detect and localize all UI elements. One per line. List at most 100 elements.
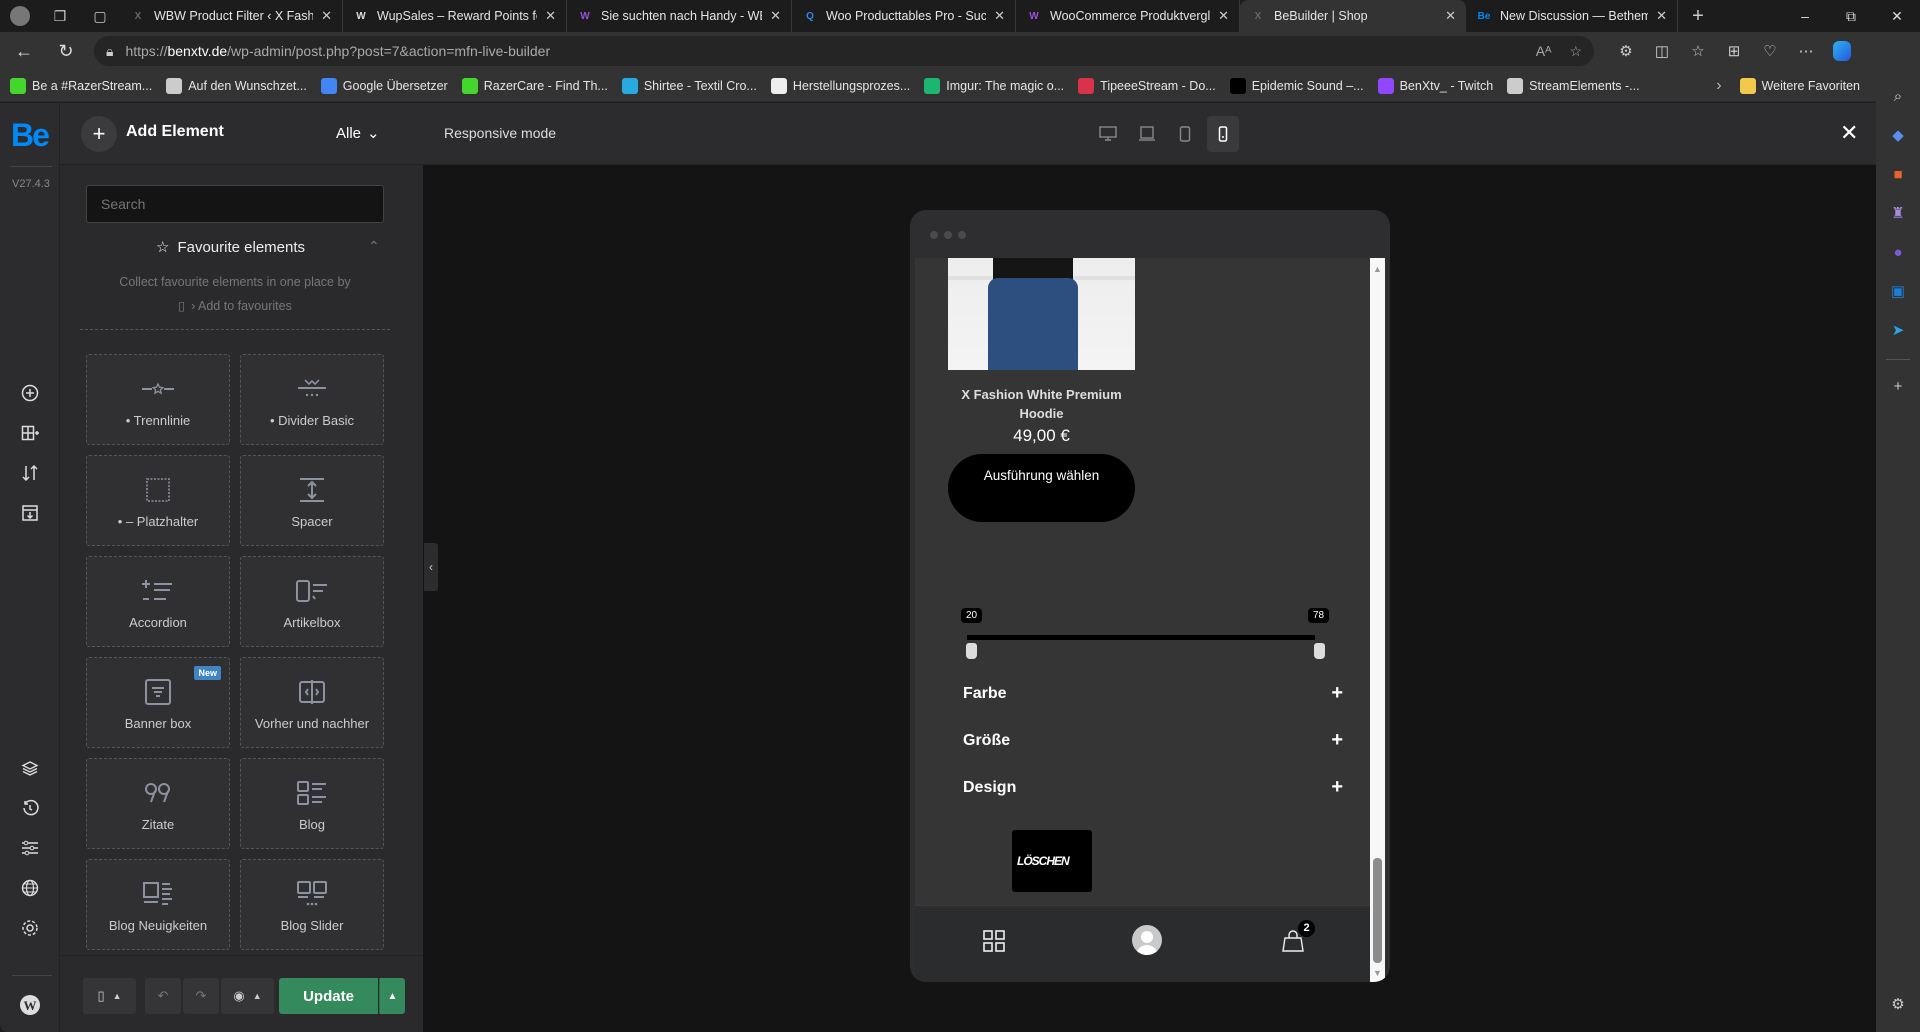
add-sidebar-app-icon[interactable]: + (1884, 372, 1912, 400)
scrollbar-thumb[interactable] (1373, 858, 1382, 963)
template-import-icon[interactable] (17, 500, 43, 526)
preview-scrollbar[interactable]: ▲ ▼ (1370, 258, 1385, 982)
bookmark-item[interactable]: RazerCare - Find Th... (461, 77, 608, 94)
device-desktop-button[interactable] (1092, 116, 1124, 152)
product-image[interactable] (948, 258, 1135, 370)
layers-icon[interactable] (17, 755, 43, 781)
copilot-icon[interactable] (1824, 35, 1860, 67)
close-window-button[interactable]: ✕ (1874, 0, 1920, 32)
bookmark-item[interactable]: Epidemic Sound –... (1229, 77, 1364, 94)
close-builder-icon[interactable]: ✕ (1840, 120, 1858, 146)
device-switch-button[interactable]: ▯ ▲ (83, 978, 136, 1014)
bookmarks-overflow-chevron-icon[interactable]: › (1716, 77, 1721, 95)
back-button[interactable]: ← (6, 35, 42, 67)
element-filter-dropdown[interactable]: Alle ⌄ (336, 124, 380, 143)
browser-tab[interactable]: W Sie suchten nach Handy - WBW ✕ (567, 0, 792, 32)
element-card[interactable]: Vorher und nachher (240, 657, 384, 748)
device-mobile-button[interactable] (1207, 116, 1239, 152)
collections-icon[interactable]: ⊞ (1716, 35, 1752, 67)
bookmark-item[interactable]: Auf den Wunschzet... (166, 77, 307, 94)
reload-button[interactable]: ↻ (48, 35, 84, 67)
bookmark-item[interactable]: TipeeeStream - Do... (1078, 77, 1216, 94)
restore-button[interactable]: ⧉ (1828, 0, 1874, 32)
product-title[interactable]: X Fashion White Premium Hoodie (948, 385, 1135, 423)
select-options-button[interactable]: Ausführung wählen (948, 454, 1135, 522)
add-element-icon[interactable] (17, 380, 43, 406)
clear-filters-button[interactable]: LÖSCHEN (1012, 830, 1092, 892)
close-tab-icon[interactable]: ✕ (1218, 8, 1229, 24)
globe-icon[interactable] (17, 875, 43, 901)
new-tab-button[interactable]: + (1678, 0, 1718, 32)
sidebar-settings-icon[interactable]: ⚙ (1884, 990, 1912, 1018)
search-icon[interactable]: ⌕ (1884, 82, 1912, 110)
price-max-handle[interactable] (1314, 643, 1325, 659)
tools-icon[interactable]: ■ (1884, 160, 1912, 188)
sort-icon[interactable] (17, 460, 43, 486)
close-tab-icon[interactable]: ✕ (770, 8, 781, 24)
price-range-track[interactable] (967, 635, 1315, 640)
browser-tab[interactable]: Be New Discussion — Betheme S ✕ (1466, 0, 1678, 32)
browser-tab[interactable]: Q Woo Producttables Pro - Such ✕ (792, 0, 1016, 32)
settings-gear-icon[interactable] (17, 915, 43, 941)
bookmark-item[interactable]: StreamElements -... (1507, 77, 1640, 94)
add-element-button[interactable]: + (81, 116, 117, 152)
chevron-up-icon[interactable]: ⌃ (368, 238, 380, 255)
element-card[interactable]: Banner box New (86, 657, 230, 748)
close-tab-icon[interactable]: ✕ (1656, 8, 1667, 24)
tab-actions-icon[interactable]: ▢ (80, 0, 120, 32)
bookmark-item[interactable]: Herstellungsprozes... (770, 77, 910, 94)
telegram-icon[interactable]: ➤ (1884, 316, 1912, 344)
browser-tab[interactable]: W WupSales – Reward Points for ✕ (343, 0, 567, 32)
device-tablet-button[interactable] (1169, 116, 1201, 152)
element-card[interactable]: Zitate (86, 758, 230, 849)
add-section-icon[interactable] (17, 420, 43, 446)
browser-tab[interactable]: W WooCommerce Produktvergle ✕ (1016, 0, 1240, 32)
scroll-up-arrow-icon[interactable]: ▲ (1373, 264, 1382, 274)
element-card[interactable]: Accordion (86, 556, 230, 647)
minimize-button[interactable]: – (1782, 0, 1828, 32)
outlook-icon[interactable]: ▣ (1884, 277, 1912, 305)
preview-button[interactable]: ◉ ▲ (221, 978, 274, 1014)
url-field[interactable]: 🔒︎ https://benxtv.de/wp-admin/post.php?p… (94, 36, 1594, 66)
filter-groesse[interactable]: Größe + (963, 729, 1343, 752)
update-options-caret[interactable]: ▲ (379, 978, 405, 1014)
bookmark-item[interactable]: Shirtee - Textil Cro... (621, 77, 757, 94)
favorite-star-icon[interactable]: ☆ (1569, 43, 1582, 60)
workspaces-icon[interactable]: ❐ (40, 0, 80, 32)
filter-design[interactable]: Design + (963, 776, 1343, 799)
device-laptop-button[interactable] (1131, 116, 1163, 152)
bookmark-item[interactable]: Imgur: The magic o... (924, 77, 1064, 94)
price-min-handle[interactable] (966, 643, 977, 659)
extensions-icon[interactable]: ⚙ (1608, 35, 1644, 67)
bookmark-item[interactable]: BenXtv_ - Twitch (1377, 77, 1493, 94)
split-screen-icon[interactable]: ◫ (1644, 35, 1680, 67)
close-tab-icon[interactable]: ✕ (1445, 8, 1456, 24)
more-menu-icon[interactable]: ⋯ (1788, 35, 1824, 67)
options-sliders-icon[interactable] (17, 835, 43, 861)
filter-farbe[interactable]: Farbe + (963, 682, 1343, 705)
close-tab-icon[interactable]: ✕ (994, 8, 1005, 24)
undo-button[interactable]: ↶ (145, 978, 181, 1014)
browser-tab[interactable]: X WBW Product Filter ‹ X Fashion ✕ (120, 0, 343, 32)
element-card[interactable]: Blog (240, 758, 384, 849)
browser-tab[interactable]: X BeBuilder | Shop ✕ (1240, 0, 1466, 32)
close-tab-icon[interactable]: ✕ (545, 8, 556, 24)
element-card[interactable]: • – Platzhalter (86, 455, 230, 546)
more-bookmarks-folder[interactable]: Weitere Favoriten (1739, 77, 1860, 94)
collapse-panel-button[interactable]: ‹ (424, 543, 438, 591)
wordpress-icon[interactable]: W (17, 992, 43, 1018)
browser-essentials-icon[interactable]: ♡ (1752, 35, 1788, 67)
shopping-tag-icon[interactable]: ◆ (1884, 121, 1912, 149)
read-aloud-icon[interactable]: Aᴬ (1536, 43, 1552, 59)
bookmark-item[interactable]: Be a #RazerStream... (10, 77, 152, 94)
bookmark-item[interactable]: Google Übersetzer (320, 77, 448, 94)
close-tab-icon[interactable]: ✕ (321, 8, 332, 24)
element-card[interactable]: • Divider Basic (240, 354, 384, 445)
microsoft365-icon[interactable]: ● (1884, 238, 1912, 266)
favorites-icon[interactable]: ☆ (1680, 35, 1716, 67)
history-icon[interactable] (17, 795, 43, 821)
account-avatar-icon[interactable] (1132, 925, 1162, 955)
profile-avatar-icon[interactable] (0, 0, 40, 32)
redo-button[interactable]: ↷ (183, 978, 219, 1014)
element-card[interactable]: Spacer (240, 455, 384, 546)
